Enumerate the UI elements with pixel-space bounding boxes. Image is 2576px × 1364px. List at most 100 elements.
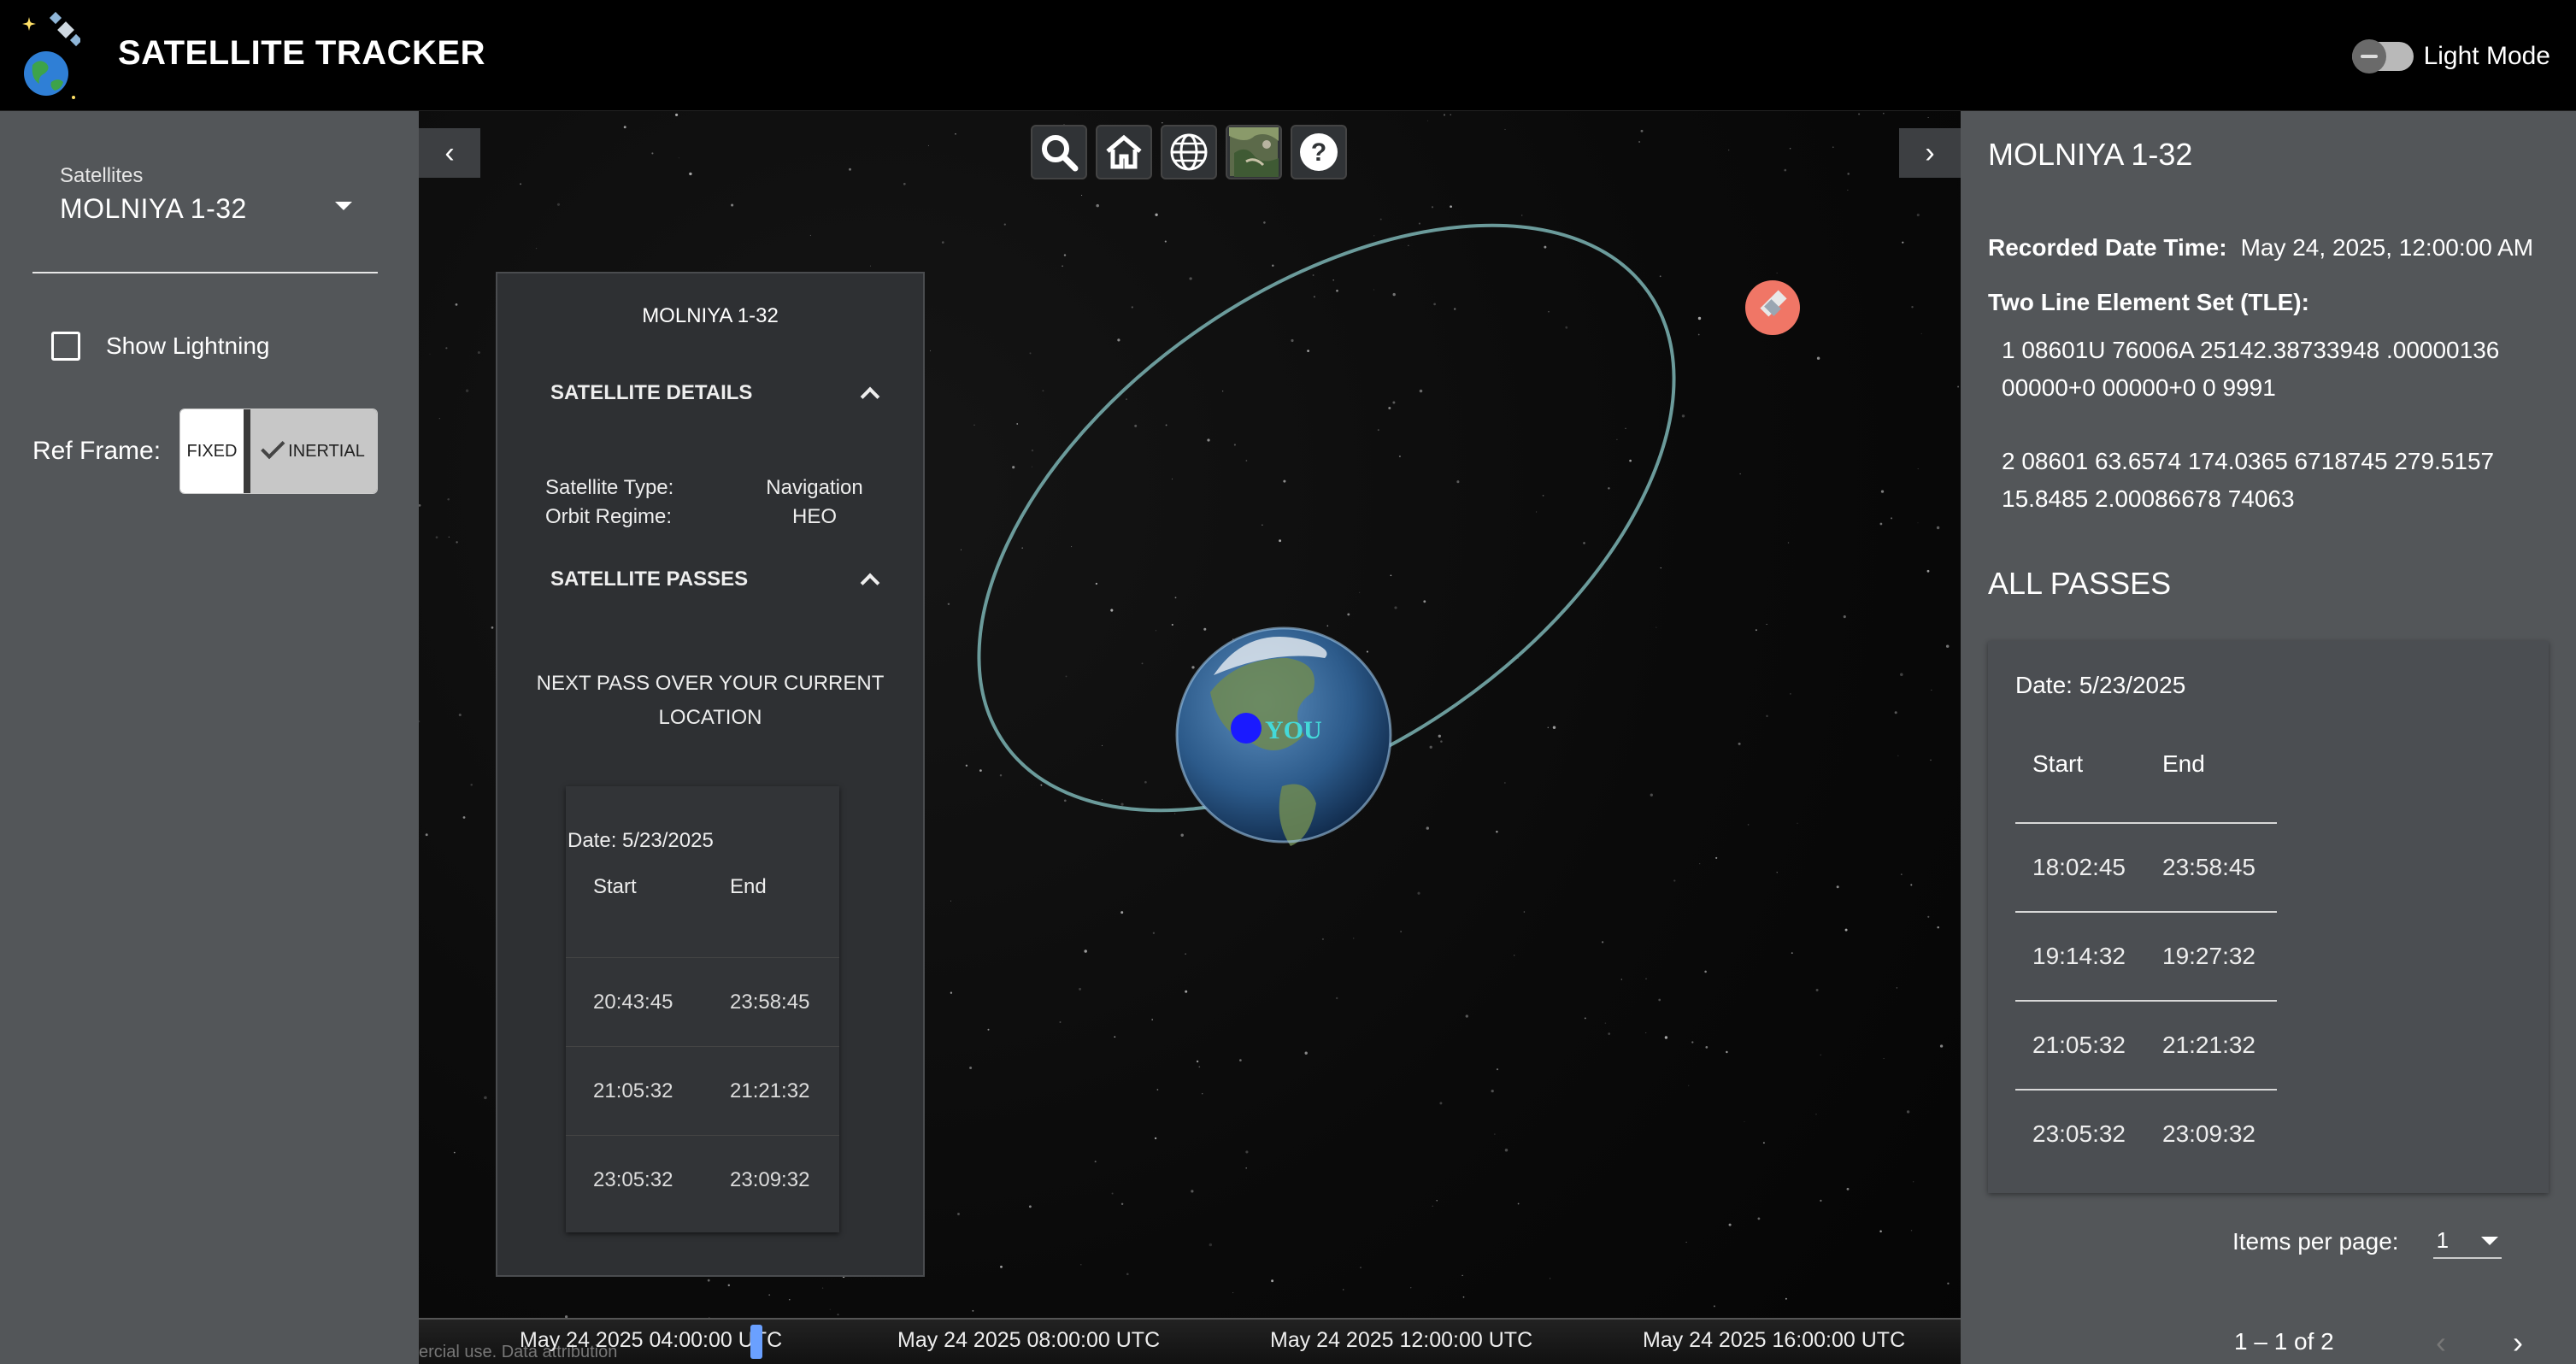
dropdown-caret-icon[interactable] [335,202,352,210]
pass-start-time: 19:14:32 [2032,943,2126,969]
pass-end-time: 23:09:32 [2162,1120,2255,1147]
table-row: 21:05:32 21:21:32 [566,1046,839,1135]
ref-frame-fixed-label: FIXED [186,441,238,461]
pass-start-time: 23:05:32 [593,1167,673,1191]
home-icon [1106,134,1142,169]
satellite-info-panel: MOLNIYA 1-32 SATELLITE DETAILS Satellite… [496,272,925,1277]
left-sidebar: Satellites MOLNIYA 1-32 Show Lightning R… [0,111,419,1364]
satellite-details-heading: SATELLITE DETAILS [550,381,753,404]
tle-line-2: 2 08601 63.6574 174.0365 6718745 279.515… [2002,448,2495,512]
pass-table-header: Start End [2032,750,2205,778]
pass-end-time: 19:27:32 [2162,943,2255,969]
satellite-select-value: MOLNIYA 1-32 [60,193,247,224]
items-per-page-value: 1 [2436,1227,2450,1253]
pass-end-time: 21:21:32 [730,1079,810,1102]
satellite-details-header[interactable]: SATELLITE DETAILS [550,381,880,407]
next-pass-heading: NEXT PASS OVER YOUR CURRENT LOCATION [536,672,885,729]
your-location-label: YOU [1265,716,1322,744]
pass-table-header: Start End [593,875,767,899]
pass-start-time: 20:43:45 [593,990,673,1014]
table-row: 18:02:45 23:58:45 [2015,822,2277,911]
timeline-tick-label: May 24 2025 12:00:00 UTC [1270,1328,1533,1352]
svg-text:?: ? [1311,138,1326,167]
next-pass-table: Date: 5/23/2025 Start End 20:43:45 23:58… [566,786,839,1232]
satellite-marker[interactable] [1745,280,1800,335]
satellite-passes-heading: SATELLITE PASSES [550,567,749,591]
column-header-start: Start [593,875,637,898]
pass-date: Date: 5/23/2025 [568,829,714,852]
pass-table-body: 20:43:45 23:58:45 21:05:32 21:21:32 23:0… [566,957,839,1224]
pagination-range: 1 – 1 of 2 [2234,1328,2334,1355]
globe-icon [1170,133,1208,171]
search-icon [1042,135,1079,172]
orbit-regime-label: Orbit Regime: [545,505,673,528]
app-logo-icon [22,11,80,99]
pass-start-time: 18:02:45 [2032,854,2126,880]
pass-end-time: 21:21:32 [2162,1032,2255,1058]
satellite-type-value: Navigation [766,476,863,499]
toggle-knob [2351,39,2386,73]
chevron-up-icon[interactable] [860,573,880,593]
base-layer-picker-button[interactable] [1226,125,1282,179]
app-title: SATELLITE TRACKER [118,34,485,72]
top-app-bar: SATELLITE TRACKER Light Mode [0,0,2576,111]
items-per-page-select[interactable]: 1 [2432,1224,2502,1259]
globe-viewer[interactable]: YOU ‹ › ? MOLNIYA 1-32 SATELLITE DETAILS… [419,111,1961,1364]
collapse-right-panel-button[interactable]: › [1899,128,1961,178]
ref-frame-label: Ref Frame: [32,437,162,465]
home-button[interactable] [1096,125,1152,179]
collapse-left-panel-button[interactable]: ‹ [419,128,480,178]
column-header-end: End [2162,750,2205,777]
tle-label: Two Line Element Set (TLE): [1988,289,2309,315]
show-lightning-control[interactable]: Show Lightning [51,332,269,361]
pass-start-time: 21:05:32 [593,1079,673,1102]
detail-row-regime: Orbit Regime: HEO [545,503,879,532]
next-page-button[interactable]: › [2513,1325,2523,1361]
satellite-passes-header[interactable]: SATELLITE PASSES [550,567,880,593]
satellite-details: Satellite Type: Navigation Orbit Regime:… [545,473,879,532]
ref-frame-inertial-label: INERTIAL [288,441,365,461]
toggle-switch[interactable] [2351,39,2414,73]
timeline-tick-label: May 24 2025 16:00:00 UTC [1643,1328,1906,1352]
satellite-name-title: MOLNIYA 1-32 [1988,137,2193,172]
show-lightning-checkbox[interactable] [51,332,80,361]
orbit-regime-value: HEO [791,505,837,528]
recorded-date-time-value: May 24, 2025, 12:00:00 AM [2240,234,2534,261]
pass-table-body: 18:02:45 23:58:45 19:14:32 19:27:32 21:0… [2015,822,2277,1178]
search-button[interactable] [1031,125,1087,179]
pass-end-time: 23:58:45 [730,990,810,1014]
previous-page-button[interactable]: ‹ [2436,1325,2446,1361]
chevron-left-icon: ‹ [444,136,455,169]
timeline-scrubber-handle[interactable] [750,1325,762,1359]
table-row: 21:05:32 21:21:32 [2015,1000,2277,1089]
recorded-date-time-label: Recorded Date Time: [1988,234,2227,261]
timeline-bar[interactable]: ercial use. Data attribution May 24 2025… [419,1318,1961,1364]
your-location-marker[interactable] [1231,713,1262,744]
tle-line-1: 1 08601U 76006A 25142.38733948 .00000136… [2002,337,2500,401]
items-per-page-control: Items per page: 1 [2232,1224,2502,1259]
satellite-type-label: Satellite Type: [545,476,674,499]
help-icon: ? [1300,133,1338,171]
light-mode-toggle[interactable]: Light Mode [2351,38,2550,75]
pass-date: Date: 5/23/2025 [2015,672,2186,698]
timeline-tick-label: May 24 2025 08:00:00 UTC [897,1328,1161,1352]
check-icon [261,434,285,460]
satellite-select-label: Satellites [60,164,144,187]
column-header-end: End [730,875,767,898]
chevron-up-icon[interactable] [860,386,880,407]
column-header-start: Start [2032,750,2084,777]
help-button[interactable]: ? [1291,125,1347,179]
show-lightning-label: Show Lightning [106,332,270,359]
satellite-select[interactable]: Satellites MOLNIYA 1-32 [32,164,378,273]
imagery-layer-icon [1229,127,1279,177]
ref-frame-fixed-button[interactable]: FIXED [180,409,250,493]
all-passes-table: Date: 5/23/2025 Start End 18:02:45 23:58… [1988,641,2549,1193]
viewer-toolbar: ? [1031,125,1347,179]
timeline-tick-label: May 24 2025 04:00:00 UTC [520,1328,783,1352]
ref-frame-inertial-button[interactable]: INERTIAL [250,409,377,493]
ref-frame-control: Ref Frame: FIXED INERTIAL [32,409,378,494]
scene-mode-button[interactable] [1161,125,1217,179]
ref-frame-toggle-group: FIXED INERTIAL [179,409,378,494]
items-per-page-label: Items per page: [2232,1227,2399,1255]
dropdown-caret-icon[interactable] [2480,1236,2498,1245]
